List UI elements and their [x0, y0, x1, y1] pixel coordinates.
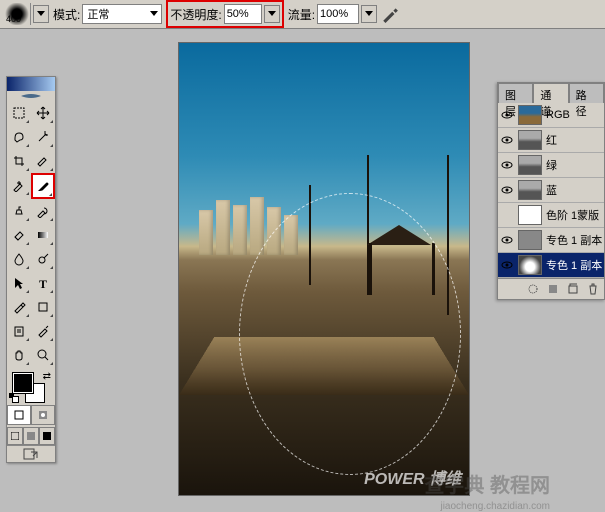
- channel-thumb: [518, 155, 542, 175]
- screen-mode-3-icon[interactable]: [39, 427, 55, 445]
- channel-name: RGB: [546, 109, 602, 121]
- magic-wand-icon[interactable]: [31, 125, 55, 149]
- toolbox-titlebar[interactable]: [7, 77, 55, 91]
- document-canvas[interactable]: POWER 博维: [178, 42, 470, 496]
- slice-icon[interactable]: [31, 149, 55, 173]
- airbrush-icon[interactable]: [381, 5, 399, 23]
- opacity-dropdown-icon[interactable]: [264, 5, 280, 23]
- visibility-icon[interactable]: [500, 258, 514, 272]
- channel-thumb: [518, 230, 542, 250]
- crop-icon[interactable]: [7, 149, 31, 173]
- screen-mode-1-icon[interactable]: [7, 427, 23, 445]
- feather-icon: [21, 92, 41, 100]
- visibility-icon[interactable]: [500, 183, 514, 197]
- channel-thumb: [518, 255, 542, 275]
- opacity-input[interactable]: [224, 4, 262, 24]
- type-icon[interactable]: T: [31, 271, 55, 295]
- opacity-label: 不透明度:: [170, 6, 221, 23]
- channel-thumb: [518, 180, 542, 200]
- eraser-icon[interactable]: [7, 223, 31, 247]
- channel-name: 色阶 1蒙版: [546, 207, 602, 223]
- channel-name: 红: [546, 132, 602, 148]
- tab-layers[interactable]: 图层: [498, 83, 533, 103]
- options-bar: 400 模式: 正常 不透明度: 流量:: [0, 0, 605, 29]
- channel-row[interactable]: 专色 1 副本 5: [498, 228, 604, 253]
- channel-name: 绿: [546, 157, 602, 173]
- pen-icon[interactable]: [7, 295, 31, 319]
- eyedropper-icon[interactable]: [31, 319, 55, 343]
- channels-panel: 图层通道路径 RGB 红绿蓝色阶 1蒙版专色 1 副本 5 专色 1 副本 6: [497, 82, 605, 300]
- history-brush-icon[interactable]: [31, 199, 55, 223]
- brush-size-label: 400: [6, 14, 21, 24]
- save-selection-icon[interactable]: [546, 282, 560, 296]
- site-watermark-2: jiaocheng.chazidian.com: [440, 501, 550, 512]
- toolbox: T ⇄: [6, 76, 56, 463]
- marquee-icon[interactable]: [7, 101, 31, 125]
- lasso-icon[interactable]: [7, 125, 31, 149]
- gradient-icon[interactable]: [31, 223, 55, 247]
- delete-channel-icon[interactable]: [586, 282, 600, 296]
- channel-thumb: [518, 205, 542, 225]
- channel-row[interactable]: 红: [498, 128, 604, 153]
- site-watermark-1: 查字典 教程网: [424, 469, 550, 498]
- channel-name: 专色 1 副本 6: [546, 257, 602, 273]
- channel-name: 蓝: [546, 182, 602, 198]
- channel-name: 专色 1 副本 5: [546, 232, 602, 248]
- brush-icon[interactable]: [31, 173, 55, 199]
- blur-icon[interactable]: [7, 247, 31, 271]
- zoom-icon[interactable]: [31, 343, 55, 367]
- hand-icon[interactable]: [7, 343, 31, 367]
- healing-brush-icon[interactable]: [7, 173, 31, 197]
- shape-icon[interactable]: [31, 295, 55, 319]
- standard-mode-icon[interactable]: [7, 405, 31, 425]
- swap-colors-icon[interactable]: ⇄: [43, 371, 51, 382]
- visibility-icon[interactable]: [500, 208, 514, 222]
- flow-input[interactable]: [317, 4, 359, 24]
- move-icon[interactable]: [31, 101, 55, 125]
- channel-row[interactable]: 专色 1 副本 6: [498, 253, 604, 278]
- color-swatch[interactable]: ⇄: [7, 371, 55, 403]
- workspace: POWER 博维 查字典 教程网 jiaocheng.chazidian.com: [90, 40, 490, 508]
- selection-marquee: [239, 193, 461, 475]
- channel-row[interactable]: 蓝: [498, 178, 604, 203]
- flow-dropdown-icon[interactable]: [361, 5, 377, 23]
- visibility-icon[interactable]: [500, 133, 514, 147]
- visibility-icon[interactable]: [500, 158, 514, 172]
- foreground-color[interactable]: [13, 373, 33, 393]
- channel-thumb: [518, 105, 542, 125]
- visibility-icon[interactable]: [500, 108, 514, 122]
- new-channel-icon[interactable]: [566, 282, 580, 296]
- notes-icon[interactable]: [7, 319, 31, 343]
- load-selection-icon[interactable]: [526, 282, 540, 296]
- default-colors-icon[interactable]: [9, 393, 19, 403]
- channel-row[interactable]: 色阶 1蒙版: [498, 203, 604, 228]
- mode-select[interactable]: 正常: [82, 4, 162, 24]
- brush-dropdown-icon[interactable]: [33, 5, 49, 23]
- dodge-icon[interactable]: [31, 247, 55, 271]
- path-select-icon[interactable]: [7, 271, 31, 295]
- mode-label: 模式:: [53, 6, 80, 23]
- clone-stamp-icon[interactable]: [7, 199, 31, 223]
- channel-thumb: [518, 130, 542, 150]
- tab-paths[interactable]: 路径: [569, 83, 604, 103]
- tab-channels[interactable]: 通道: [533, 83, 568, 103]
- opacity-group-highlighted: 不透明度:: [166, 0, 283, 28]
- svg-text:T: T: [39, 277, 47, 290]
- screen-mode-2-icon[interactable]: [23, 427, 39, 445]
- flow-label: 流量:: [288, 6, 315, 23]
- visibility-icon[interactable]: [500, 233, 514, 247]
- channel-row[interactable]: 绿: [498, 153, 604, 178]
- jump-to-icon[interactable]: [7, 445, 55, 462]
- photo-content: POWER 博维: [179, 43, 469, 495]
- quickmask-mode-icon[interactable]: [31, 405, 55, 425]
